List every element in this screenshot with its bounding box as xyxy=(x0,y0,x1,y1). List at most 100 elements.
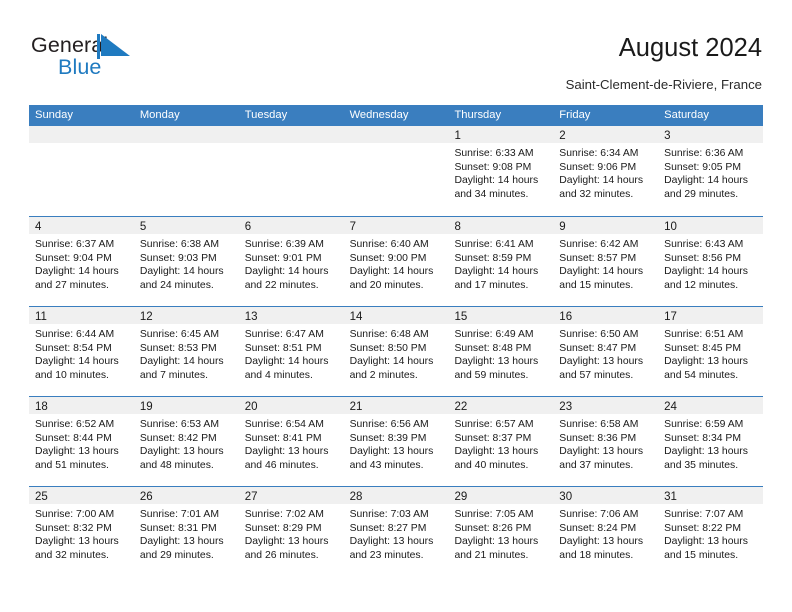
day-number-band: 24 xyxy=(658,397,764,414)
day-detail-line: Daylight: 13 hours xyxy=(454,446,539,458)
day-number-band: 3 xyxy=(658,126,764,143)
calendar-day-cell[interactable]: 31 Sunrise: 7:07 AM Sunset: 8:22 PM Dayligh… xyxy=(658,487,764,576)
day-detail-line: Daylight: 14 hours xyxy=(349,266,434,278)
day-detail-line: Sunrise: 6:50 AM xyxy=(559,329,639,340)
calendar-day-cell[interactable]: 14 Sunrise: 6:48 AM Sunset: 8:50 PM Dayligh… xyxy=(343,307,449,396)
day-detail-line: and 27 minutes. xyxy=(35,279,109,291)
day-detail-line: Sunrise: 6:39 AM xyxy=(244,239,324,250)
day-detail-line: Daylight: 13 hours xyxy=(559,356,644,368)
calendar-day-cell[interactable]: 9 Sunrise: 6:42 AM Sunset: 8:57 PM Daylight… xyxy=(553,217,659,306)
calendar-day-cell[interactable]: 23 Sunrise: 6:58 AM Sunset: 8:36 PM Dayligh… xyxy=(553,397,659,486)
calendar-day-cell[interactable]: 26 Sunrise: 7:01 AM Sunset: 8:31 PM Dayligh… xyxy=(133,487,239,576)
day-number-band: 13 xyxy=(238,307,344,324)
day-detail-line: and 12 minutes. xyxy=(664,279,739,291)
day-detail-line: Daylight: 14 hours xyxy=(244,266,329,278)
day-number: 23 xyxy=(559,401,573,413)
day-number: 29 xyxy=(454,491,468,503)
day-detail-line: Sunset: 8:47 PM xyxy=(559,342,637,354)
day-number-band: 29 xyxy=(448,487,554,504)
day-number-band: 2 xyxy=(553,126,659,143)
day-number-band: 23 xyxy=(553,397,659,414)
brand-name-blue: Blue xyxy=(58,55,102,79)
calendar-day-cell-empty xyxy=(29,126,134,216)
day-number-band: 14 xyxy=(343,307,449,324)
calendar-day-cell[interactable]: 22 Sunrise: 6:57 AM Sunset: 8:37 PM Dayligh… xyxy=(448,397,554,486)
calendar-day-cell[interactable]: 3 Sunrise: 6:36 AM Sunset: 9:05 PM Daylight… xyxy=(658,126,764,216)
day-detail-line: Daylight: 13 hours xyxy=(244,536,329,548)
day-details: Sunrise: 6:56 AM Sunset: 8:39 PM Daylight:… xyxy=(344,414,449,472)
calendar-day-cell-empty xyxy=(343,126,449,216)
calendar-day-cell[interactable]: 28 Sunrise: 7:03 AM Sunset: 8:27 PM Dayligh… xyxy=(343,487,449,576)
day-number: 11 xyxy=(35,311,47,323)
day-detail-line: Sunrise: 6:44 AM xyxy=(35,329,115,340)
calendar-day-cell[interactable]: 10 Sunrise: 6:43 AM Sunset: 8:56 PM Dayligh… xyxy=(658,217,764,306)
day-detail-line: Sunrise: 6:53 AM xyxy=(139,419,219,430)
day-detail-line: Sunrise: 6:51 AM xyxy=(664,329,744,340)
day-detail-line: Daylight: 13 hours xyxy=(35,536,119,548)
day-details: Sunrise: 6:44 AM Sunset: 8:54 PM Daylight:… xyxy=(29,324,134,382)
calendar-day-cell[interactable]: 17 Sunrise: 6:51 AM Sunset: 8:45 PM Dayligh… xyxy=(658,307,764,396)
day-detail-line: Sunrise: 6:34 AM xyxy=(559,148,639,159)
calendar-grid: Sunday Monday Tuesday Wednesday Thursday Frid… xyxy=(29,105,764,576)
calendar-day-cell[interactable]: 8 Sunrise: 6:41 AM Sunset: 8:59 PM Daylight… xyxy=(448,217,554,306)
day-detail-line: and 20 minutes. xyxy=(349,279,424,291)
day-number-band: 6 xyxy=(238,217,344,234)
day-number-band: 19 xyxy=(133,397,239,414)
day-detail-line: Sunrise: 6:41 AM xyxy=(454,239,534,250)
day-number-band: 1 xyxy=(448,126,554,143)
calendar-day-cell[interactable]: 18 Sunrise: 6:52 AM Sunset: 8:44 PM Dayligh… xyxy=(29,397,134,486)
day-detail-line: Sunset: 8:51 PM xyxy=(244,342,322,354)
calendar-day-cell[interactable]: 29 Sunrise: 7:05 AM Sunset: 8:26 PM Dayligh… xyxy=(448,487,554,576)
calendar-day-cell[interactable]: 4 Sunrise: 6:37 AM Sunset: 9:04 PM Daylight… xyxy=(29,217,134,306)
calendar-day-cell[interactable]: 2 Sunrise: 6:34 AM Sunset: 9:06 PM Daylight… xyxy=(553,126,659,216)
day-detail-line: Sunrise: 7:06 AM xyxy=(559,509,639,520)
calendar-day-cell[interactable]: 30 Sunrise: 7:06 AM Sunset: 8:24 PM Dayligh… xyxy=(553,487,659,576)
day-number: 6 xyxy=(244,221,252,233)
calendar-day-cell[interactable]: 13 Sunrise: 6:47 AM Sunset: 8:51 PM Dayligh… xyxy=(238,307,344,396)
day-details: Sunrise: 6:33 AM Sunset: 9:08 PM Daylight:… xyxy=(448,143,553,201)
calendar-day-cell[interactable]: 5 Sunrise: 6:38 AM Sunset: 9:03 PM Daylight… xyxy=(133,217,239,306)
day-detail-line: Daylight: 14 hours xyxy=(349,356,434,368)
calendar-day-cell[interactable]: 20 Sunrise: 6:54 AM Sunset: 8:41 PM Dayligh… xyxy=(238,397,344,486)
calendar-day-cell[interactable]: 12 Sunrise: 6:45 AM Sunset: 8:53 PM Dayligh… xyxy=(133,307,239,396)
day-detail-line: Sunset: 9:08 PM xyxy=(454,161,532,173)
day-detail-line: Sunrise: 6:37 AM xyxy=(35,239,115,250)
day-detail-line: Sunset: 8:32 PM xyxy=(35,522,112,534)
day-number-band: 9 xyxy=(553,217,659,234)
day-detail-line: Sunset: 8:26 PM xyxy=(454,522,532,534)
day-detail-line: Sunrise: 6:45 AM xyxy=(139,329,219,340)
day-details: Sunrise: 6:45 AM Sunset: 8:53 PM Daylight:… xyxy=(134,324,239,382)
day-detail-line: Sunrise: 6:40 AM xyxy=(349,239,429,250)
calendar-day-cell[interactable]: 7 Sunrise: 6:40 AM Sunset: 9:00 PM Daylight… xyxy=(343,217,449,306)
calendar-week-row: 18 Sunrise: 6:52 AM Sunset: 8:44 PM Dayligh… xyxy=(29,396,764,486)
weekday-header-tuesday: Tuesday xyxy=(244,109,288,121)
calendar-day-cell[interactable]: 1 Sunrise: 6:33 AM Sunset: 9:08 PM Daylight… xyxy=(448,126,554,216)
brand-logo[interactable]: General Blue xyxy=(31,33,211,85)
day-details: Sunrise: 6:54 AM Sunset: 8:41 PM Daylight:… xyxy=(239,414,344,472)
day-detail-line: Daylight: 14 hours xyxy=(559,266,644,278)
calendar-day-cell[interactable]: 27 Sunrise: 7:02 AM Sunset: 8:29 PM Dayligh… xyxy=(238,487,344,576)
day-details: Sunrise: 6:57 AM Sunset: 8:37 PM Daylight:… xyxy=(448,414,553,472)
day-detail-line: and 2 minutes. xyxy=(349,369,418,381)
day-details: Sunrise: 7:07 AM Sunset: 8:22 PM Daylight:… xyxy=(658,504,763,562)
day-detail-line: and 29 minutes. xyxy=(139,549,214,561)
day-detail-line: and 32 minutes. xyxy=(35,549,109,561)
calendar-day-cell[interactable]: 6 Sunrise: 6:39 AM Sunset: 9:01 PM Daylight… xyxy=(238,217,344,306)
calendar-day-cell[interactable]: 21 Sunrise: 6:56 AM Sunset: 8:39 PM Dayligh… xyxy=(343,397,449,486)
calendar-day-cell[interactable]: 16 Sunrise: 6:50 AM Sunset: 8:47 PM Dayligh… xyxy=(553,307,659,396)
day-detail-line: Daylight: 14 hours xyxy=(244,356,329,368)
calendar-day-cell[interactable]: 15 Sunrise: 6:49 AM Sunset: 8:48 PM Dayligh… xyxy=(448,307,554,396)
calendar-day-cell[interactable]: 19 Sunrise: 6:53 AM Sunset: 8:42 PM Dayligh… xyxy=(133,397,239,486)
day-detail-line: Sunset: 8:59 PM xyxy=(454,252,532,264)
day-detail-line: and 51 minutes. xyxy=(35,459,109,471)
day-number: 4 xyxy=(35,221,42,233)
calendar-day-cell[interactable]: 24 Sunrise: 6:59 AM Sunset: 8:34 PM Dayligh… xyxy=(658,397,764,486)
calendar-day-cell[interactable]: 25 Sunrise: 7:00 AM Sunset: 8:32 PM Dayligh… xyxy=(29,487,134,576)
day-detail-line: Sunrise: 6:36 AM xyxy=(664,148,744,159)
day-number: 10 xyxy=(664,221,677,233)
day-detail-line: Daylight: 13 hours xyxy=(349,446,434,458)
day-number: 25 xyxy=(35,491,48,503)
calendar-week-row: 1 Sunrise: 6:33 AM Sunset: 9:08 PM Daylight… xyxy=(29,126,764,216)
calendar-day-cell[interactable]: 11 Sunrise: 6:44 AM Sunset: 8:54 PM Dayligh… xyxy=(29,307,134,396)
day-number-band: 26 xyxy=(133,487,239,504)
